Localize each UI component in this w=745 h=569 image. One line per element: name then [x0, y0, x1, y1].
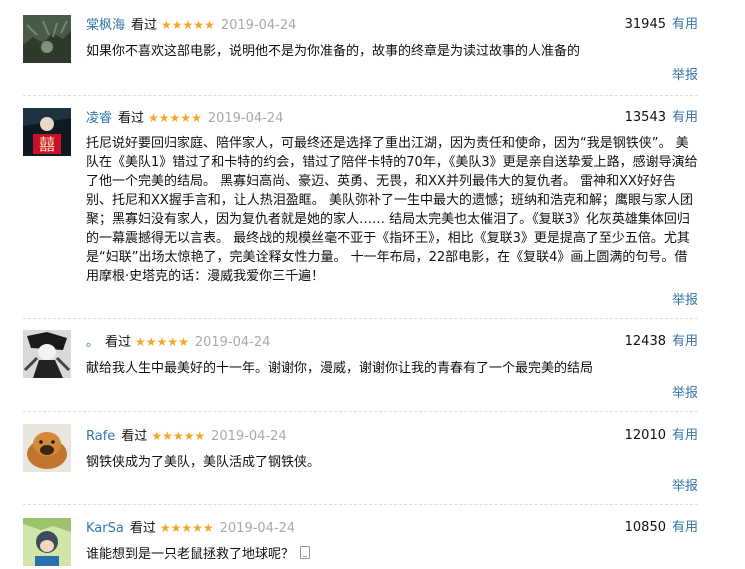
comment-item: 囍 凌睿 看过 ★★★★★ 2019-04-24 13543 有用 托尼说好要回归家庭、… [0, 96, 745, 318]
avatar[interactable] [23, 15, 71, 63]
vote-count: 31945 [624, 17, 666, 32]
watched-label: 看过 [131, 18, 158, 33]
comment-text: 谁能想到是一只老鼠拯救了地球呢？ [86, 547, 295, 562]
username-link[interactable]: 凌睿 [86, 111, 112, 126]
vote-count: 12438 [624, 334, 666, 349]
vote-count: 12010 [624, 428, 666, 443]
vote-area: 12010 有用 [625, 426, 698, 446]
comment-date: 2019-04-24 [220, 18, 297, 33]
useful-button[interactable]: 有用 [672, 428, 698, 443]
svg-text:囍: 囍 [39, 135, 55, 154]
avatar[interactable] [23, 424, 71, 472]
report-link[interactable]: 举报 [672, 64, 698, 83]
rating-stars: ★★★★★ [161, 18, 215, 32]
mobile-phone-icon [300, 546, 311, 559]
report-link[interactable]: 举报 [672, 475, 698, 494]
comment-date: 2019-04-24 [194, 335, 271, 350]
report-link[interactable]: 举报 [672, 382, 698, 401]
rating-stars: ★★★★★ [148, 111, 202, 125]
comment-text: 如果你不喜欢这部电影，说明他不是为你准备的，故事的终章是为读过故事的人准备的 [86, 44, 581, 59]
vote-area: 31945 有用 [625, 15, 698, 35]
vote-count: 10850 [624, 520, 666, 535]
vote-area: 13543 有用 [625, 108, 698, 128]
useful-button[interactable]: 有用 [672, 334, 698, 349]
watched-label: 看过 [129, 521, 156, 536]
useful-button[interactable]: 有用 [672, 110, 698, 125]
useful-button[interactable]: 有用 [672, 520, 698, 535]
avatar[interactable] [23, 330, 71, 378]
rating-stars: ★★★★★ [159, 521, 214, 535]
comment-meta: KarSa 看过 ★★★★★ 2019-04-24 [86, 518, 295, 538]
watched-label: 看过 [105, 335, 132, 350]
comment-text: 钢铁侠成为了美队，美队活成了钢铁侠。 [86, 455, 321, 470]
username-link[interactable]: 。 [86, 335, 99, 350]
watched-label: 看过 [118, 111, 145, 126]
rating-stars: ★★★★★ [151, 429, 206, 443]
watched-label: 看过 [121, 429, 148, 444]
avatar[interactable] [23, 518, 71, 566]
comment-date: 2019-04-24 [207, 111, 284, 126]
username-link[interactable]: 棠枫海 [86, 18, 125, 33]
comment-text: 托尼说好要回归家庭、陪伴家人，可最终还是选择了重出江湖，因为责任和使命，因为“我… [86, 136, 698, 284]
comment-meta: 凌睿 看过 ★★★★★ 2019-04-24 [86, 108, 283, 128]
rating-stars: ★★★★★ [135, 335, 189, 349]
comment-meta: 棠枫海 看过 ★★★★★ 2019-04-24 [86, 15, 296, 35]
username-link[interactable]: KarSa [86, 521, 124, 536]
comment-date: 2019-04-24 [211, 429, 287, 444]
comment-text-wrap: 谁能想到是一只老鼠拯救了地球呢？ [86, 545, 698, 564]
comment-item: 。看过 ★★★★★ 2019-04-24 12438 有用 献给我人生中最美好的十一年… [0, 319, 745, 411]
comment-meta: 。看过 ★★★★★ 2019-04-24 [86, 332, 270, 352]
username-link[interactable]: Rafe [86, 429, 115, 444]
comment-item: Rafe 看过 ★★★★★ 2019-04-24 12010 有用 钢铁侠成为了美队，美… [0, 412, 745, 504]
comment-text: 献给我人生中最美好的十一年。谢谢你，漫威，谢谢你让我的青春有了一个最完美的结局 [86, 361, 594, 376]
vote-count: 13543 [624, 110, 666, 125]
vote-area: 12438 有用 [625, 332, 698, 352]
comment-meta: Rafe 看过 ★★★★★ 2019-04-24 [86, 426, 287, 446]
comment-date: 2019-04-24 [219, 521, 296, 536]
avatar[interactable]: 囍 [23, 108, 71, 156]
vote-area: 10850 有用 [625, 518, 698, 538]
report-link[interactable]: 举报 [672, 289, 698, 308]
useful-button[interactable]: 有用 [672, 17, 698, 32]
comment-item: KarSa 看过 ★★★★★ 2019-04-24 10850 有用 谁能想到是一只老鼠… [0, 505, 745, 569]
comment-item: 棠枫海 看过 ★★★★★ 2019-04-24 31945 有用 如果你不喜欢这部电影，… [0, 0, 745, 95]
